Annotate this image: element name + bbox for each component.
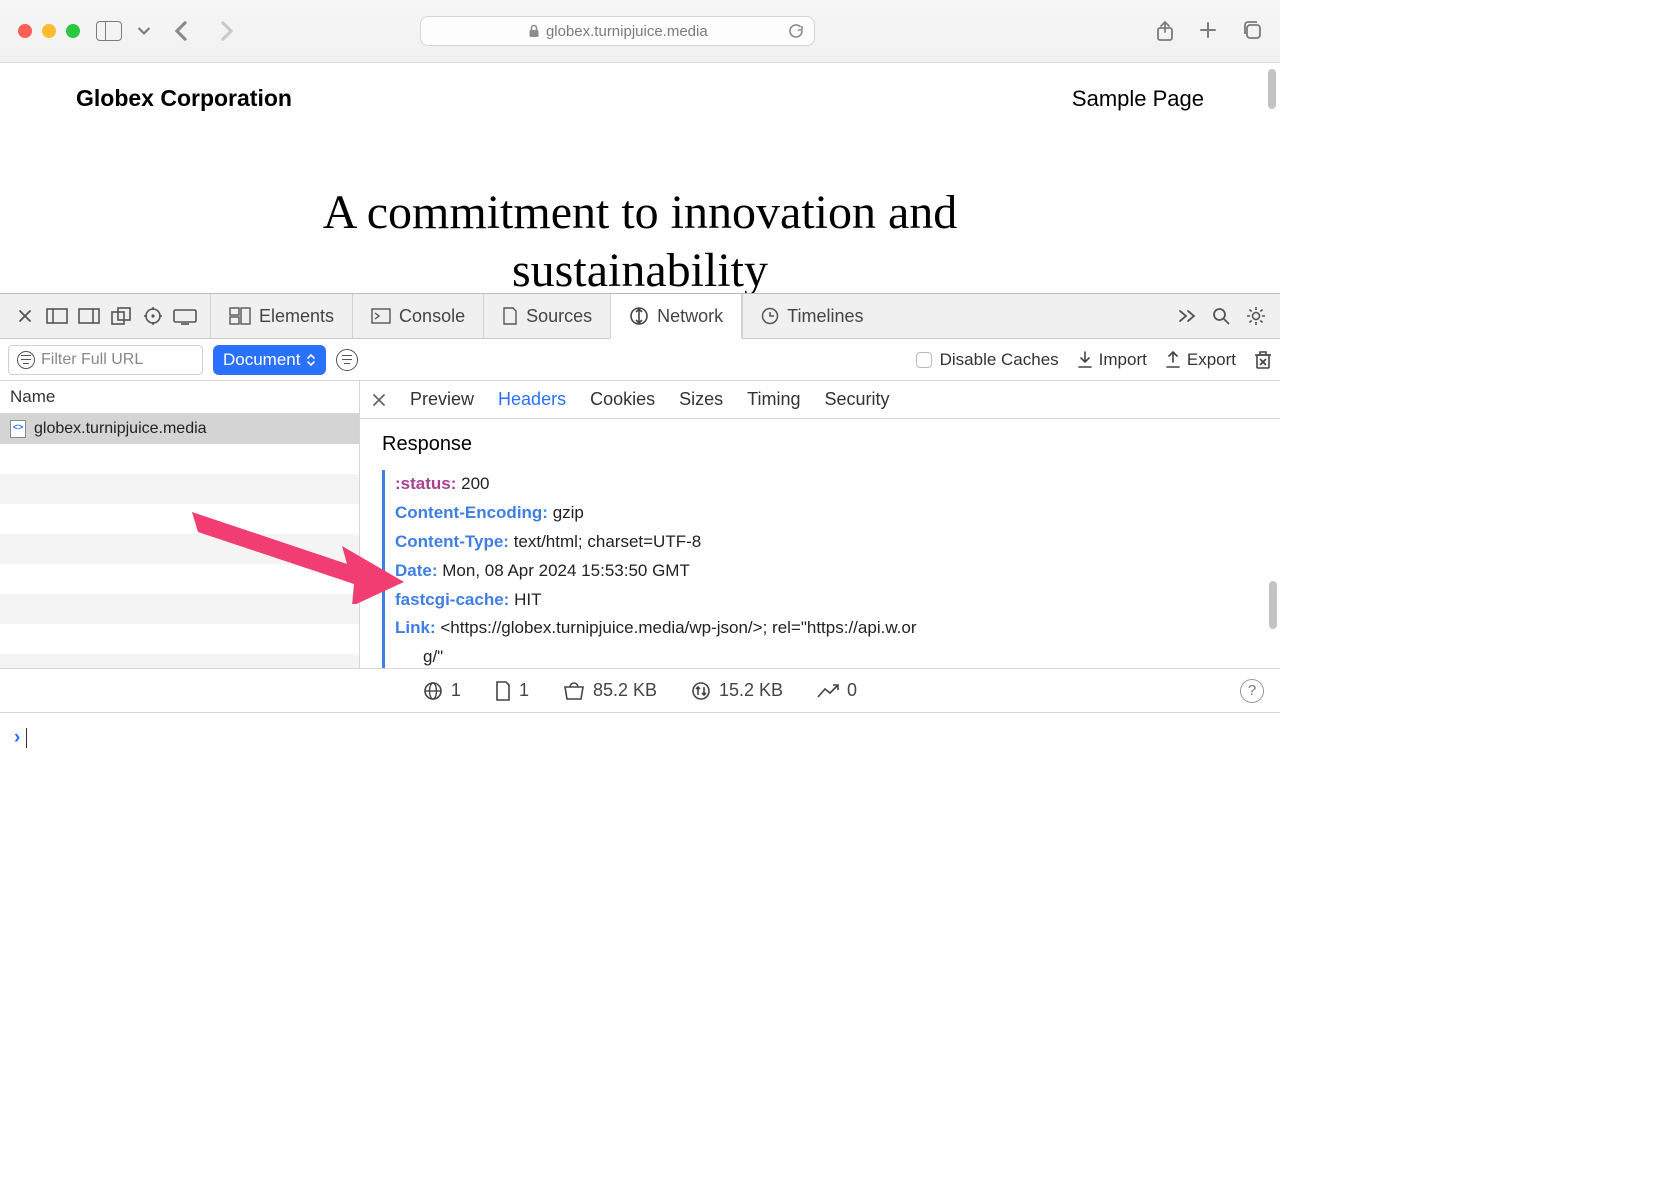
fullscreen-window-button[interactable] [66, 24, 80, 38]
globe-icon [423, 681, 443, 701]
type-filter-document[interactable]: Document [213, 345, 326, 375]
network-icon [629, 306, 649, 326]
stepper-icon [306, 353, 316, 367]
import-icon [1077, 351, 1093, 369]
window-controls [18, 24, 80, 38]
lock-icon [528, 24, 540, 38]
close-details-button[interactable] [372, 393, 386, 407]
network-main-panel: Name globex.turnipjuice.media Preview He… [0, 381, 1280, 669]
page-viewport: Globex Corporation Sample Page A commitm… [0, 63, 1280, 294]
network-filter-bar: Filter Full URL Document Disable Caches … [0, 339, 1280, 381]
tabs-overview-button[interactable] [1242, 20, 1262, 42]
detail-tab-cookies[interactable]: Cookies [590, 389, 655, 410]
detail-tab-sizes[interactable]: Sizes [679, 389, 723, 410]
weight-icon [563, 681, 585, 701]
details-scrollbar[interactable] [1269, 581, 1277, 629]
export-button[interactable]: Export [1165, 350, 1236, 370]
status-time: 0 [817, 680, 857, 701]
tab-console[interactable]: Console [352, 294, 483, 338]
filter-url-input[interactable]: Filter Full URL [8, 345, 203, 375]
close-devtools-button[interactable] [10, 301, 40, 331]
site-title[interactable]: Globex Corporation [76, 85, 292, 112]
address-text: globex.turnipjuice.media [546, 23, 708, 40]
disable-caches-toggle[interactable]: Disable Caches [916, 350, 1059, 370]
console-cursor [26, 728, 27, 748]
sidebar-menu-chevron[interactable] [138, 25, 150, 37]
nav-sample-page[interactable]: Sample Page [1072, 86, 1204, 112]
response-section-title: Response [382, 433, 1258, 456]
minimize-window-button[interactable] [42, 24, 56, 38]
status-transfer: 15.2 KB [691, 680, 783, 701]
settings-button[interactable] [1246, 306, 1266, 326]
clear-button[interactable] [1254, 350, 1272, 370]
column-name-header[interactable]: Name [0, 381, 359, 414]
responsive-mode-button[interactable] [170, 301, 200, 331]
request-row[interactable]: globex.turnipjuice.media [0, 414, 359, 444]
console-input[interactable]: › [0, 713, 1280, 763]
status-domains: 1 [423, 680, 461, 701]
tab-sources[interactable]: Sources [483, 294, 610, 338]
document-icon [495, 681, 511, 701]
response-headers: :status: 200 Content-Encoding: gzip Cont… [382, 470, 1258, 668]
detail-tab-preview[interactable]: Preview [410, 389, 474, 410]
checkbox-icon [916, 352, 932, 368]
sources-icon [502, 307, 518, 325]
tab-network[interactable]: Network [610, 294, 742, 339]
transfer-icon [691, 681, 711, 701]
viewport-scrollbar[interactable] [1268, 69, 1276, 109]
reload-button[interactable] [788, 23, 804, 39]
import-button[interactable]: Import [1077, 350, 1147, 370]
elements-icon [229, 307, 251, 325]
status-resources: 1 [495, 680, 529, 701]
search-button[interactable] [1212, 307, 1230, 325]
export-icon [1165, 351, 1181, 369]
forward-button[interactable] [212, 20, 242, 42]
tab-timelines[interactable]: Timelines [742, 294, 881, 338]
dock-right-button[interactable] [74, 301, 104, 331]
timelines-icon [761, 307, 779, 325]
sidebar-toggle-icon[interactable] [96, 21, 122, 41]
detail-tab-timing[interactable]: Timing [747, 389, 800, 410]
requests-list: Name globex.turnipjuice.media [0, 381, 360, 668]
dock-popout-button[interactable] [106, 301, 136, 331]
help-button[interactable]: ? [1240, 679, 1264, 703]
more-tabs-button[interactable] [1178, 309, 1196, 323]
request-details-panel: Preview Headers Cookies Sizes Timing Sec… [360, 381, 1280, 668]
prompt-icon: › [14, 727, 20, 749]
detail-tab-security[interactable]: Security [824, 389, 889, 410]
detail-tab-headers[interactable]: Headers [498, 389, 566, 410]
share-button[interactable] [1156, 20, 1174, 42]
html-file-icon [10, 420, 26, 438]
network-status-bar: 1 1 85.2 KB 15.2 KB 0 ? [0, 669, 1280, 713]
target-picker-button[interactable] [138, 301, 168, 331]
status-weight: 85.2 KB [563, 680, 657, 701]
tab-elements[interactable]: Elements [210, 294, 352, 338]
dock-left-button[interactable] [42, 301, 72, 331]
devtools-toolbar: Elements Console Sources Network Timelin… [0, 294, 1280, 339]
close-window-button[interactable] [18, 24, 32, 38]
back-button[interactable] [166, 20, 196, 42]
browser-toolbar: globex.turnipjuice.media [0, 0, 1280, 63]
address-bar[interactable]: globex.turnipjuice.media [420, 16, 815, 46]
console-icon [371, 308, 391, 324]
trend-icon [817, 683, 839, 699]
page-headline: A commitment to innovation and sustainab… [0, 184, 1280, 294]
filter-icon [17, 351, 35, 369]
grouping-button[interactable] [336, 349, 358, 371]
new-tab-button[interactable] [1198, 20, 1218, 42]
